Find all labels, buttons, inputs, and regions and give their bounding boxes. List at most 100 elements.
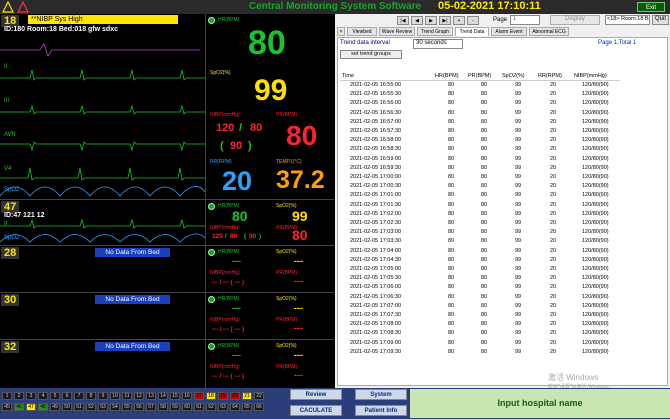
zoom-out-icon[interactable]: - [467, 16, 479, 25]
bed-grid-cell[interactable]: 13 [146, 392, 156, 400]
bed-grid-cell[interactable]: 51 [74, 403, 84, 411]
tab-abnormal-ecg[interactable]: Abnormal ECG [529, 27, 569, 36]
table-row[interactable]: 2021-02-05 17:07:30 80 80 99 20 120/80(90) [340, 312, 620, 320]
bed-grid-cell[interactable]: 49 [50, 403, 60, 411]
bed-grid-cell[interactable]: 66 [254, 403, 264, 411]
system-button[interactable]: System [355, 389, 407, 400]
bed-grid-cell[interactable]: 15 [170, 392, 180, 400]
bed-grid-cell[interactable]: 56 [134, 403, 144, 411]
bed-grid-cell[interactable]: 1 [2, 392, 12, 400]
table-row[interactable]: 2021-02-05 16:56:30 80 80 99 20 120/80(90) [340, 110, 620, 118]
table-row[interactable]: 2021-02-05 16:57:00 80 80 99 20 120/80(90) [340, 119, 620, 127]
bed-grid-cell[interactable]: 54 [110, 403, 120, 411]
bed-grid-cell[interactable]: 7 [74, 392, 84, 400]
next-page-icon[interactable]: ▶ [425, 16, 437, 25]
table-row[interactable]: 2021-02-05 17:04:30 80 80 99 20 120/80(90) [340, 257, 620, 265]
bed-grid-cell[interactable]: 3 [26, 392, 36, 400]
tab-trend-graph[interactable]: Trend Graph [417, 27, 453, 36]
table-row[interactable]: 2021-02-05 17:02:30 80 80 99 20 120/80(90) [340, 220, 620, 228]
table-row[interactable]: 2021-02-05 16:59:30 80 80 99 20 120/80(90) [340, 165, 620, 173]
bed-grid-cell[interactable]: 45 [2, 403, 12, 411]
page-input[interactable]: 1 [510, 15, 540, 25]
table-row[interactable]: 2021-02-05 17:08:00 80 80 99 20 120/80(90) [340, 321, 620, 329]
bed-grid-cell[interactable]: 18 [206, 392, 216, 400]
table-row[interactable]: 2021-02-05 17:05:00 80 80 99 20 120/80(90) [340, 266, 620, 274]
bed-grid-cell[interactable]: 55 [122, 403, 132, 411]
table-row[interactable]: 2021-02-05 17:01:30 80 80 99 20 120/80(90) [340, 202, 620, 210]
bed-grid-cell[interactable]: 20 [230, 392, 240, 400]
bed-tile-47[interactable]: 47 ID:47 121 12 II SpO2 HR(BPM) SpO2(%) … [0, 200, 334, 246]
bed-tile-32[interactable]: 32 No Data From Bed HR(BPM) SpO2(%) --- … [0, 340, 334, 388]
tab-close-icon[interactable]: × [337, 27, 345, 36]
bed-grid-cell[interactable]: 63 [218, 403, 228, 411]
bed-tile-18[interactable]: 18 **NIBP Sys High ID:180 Room:18 Bed:01… [0, 14, 334, 200]
review-button[interactable]: Review [290, 389, 342, 400]
exit-button[interactable]: Exit [637, 2, 665, 12]
patient-info-button[interactable]: Patient Info [355, 405, 407, 416]
table-row[interactable]: 2021-02-05 17:01:00 80 80 99 20 120/80(90) [340, 192, 620, 200]
table-row[interactable]: 2021-02-05 17:05:30 80 80 99 20 120/80(90) [340, 275, 620, 283]
bed-grid-cell[interactable]: 21 [242, 392, 252, 400]
set-trend-groups-button[interactable]: set trend groups [340, 50, 402, 59]
tab-wave-review[interactable]: Wave Review [379, 27, 415, 36]
bed-grid-cell[interactable]: 65 [242, 403, 252, 411]
bed-grid-cell[interactable]: 62 [206, 403, 216, 411]
bed-grid-cell[interactable]: 52 [86, 403, 96, 411]
table-row[interactable]: 2021-02-05 16:55:00 80 80 99 20 120/80(90) [340, 82, 620, 90]
bed-grid-cell[interactable]: 22 [254, 392, 264, 400]
table-row[interactable]: 2021-02-05 16:57:30 80 80 99 20 120/80(90) [340, 128, 620, 136]
bed-grid-cell[interactable]: 14 [158, 392, 168, 400]
bed-grid-cell[interactable]: 8 [86, 392, 96, 400]
table-row[interactable]: 2021-02-05 17:03:00 80 80 99 20 120/80(90) [340, 229, 620, 237]
table-row[interactable]: 2021-02-05 16:56:00 80 80 99 20 120/80(90) [340, 100, 620, 108]
zoom-in-icon[interactable]: + [453, 16, 465, 25]
tab-trend-data[interactable]: Trend Data [455, 27, 489, 36]
bed-grid-cell[interactable]: 16 [182, 392, 192, 400]
bed-tile-30[interactable]: 30 No Data From Bed HR(BPM) SpO2(%) --- … [0, 293, 334, 340]
bed-grid-cell[interactable]: 11 [122, 392, 132, 400]
bed-grid-cell[interactable]: 50 [62, 403, 72, 411]
bed-grid-cell[interactable]: 4 [38, 392, 48, 400]
table-row[interactable]: 2021-02-05 17:09:00 80 80 99 20 120/80(90) [340, 340, 620, 348]
bed-grid-cell[interactable]: 6 [62, 392, 72, 400]
bed-grid-cell[interactable]: 10 [110, 392, 120, 400]
bed-grid-cell[interactable]: 53 [98, 403, 108, 411]
bed-grid-cell[interactable]: 64 [230, 403, 240, 411]
bed-grid-cell[interactable]: 19 [218, 392, 228, 400]
first-page-icon[interactable]: |◀ [397, 16, 409, 25]
table-row[interactable]: 2021-02-05 17:06:00 80 80 99 20 120/80(90) [340, 284, 620, 292]
display-button[interactable]: Display [550, 15, 600, 25]
table-row[interactable]: 2021-02-05 16:59:00 80 80 99 20 120/80(90) [340, 156, 620, 164]
table-row[interactable]: 2021-02-05 16:58:30 80 80 99 20 120/80(90) [340, 146, 620, 154]
table-row[interactable]: 2021-02-05 17:04:00 80 80 99 20 120/80(90) [340, 248, 620, 256]
bed-grid-cell[interactable]: 60 [182, 403, 192, 411]
bed-grid-cell[interactable]: 5 [50, 392, 60, 400]
table-row[interactable]: 2021-02-05 17:06:30 80 80 99 20 120/80(90) [340, 294, 620, 302]
table-row[interactable]: 2021-02-05 17:07:00 80 80 99 20 120/80(90) [340, 303, 620, 311]
bed-grid-cell[interactable]: 12 [134, 392, 144, 400]
last-page-icon[interactable]: ▶| [439, 16, 451, 25]
table-row[interactable]: 2021-02-05 17:08:30 80 80 99 20 120/80(90) [340, 330, 620, 338]
table-row[interactable]: 2021-02-05 16:55:30 80 80 99 20 120/80(90) [340, 91, 620, 99]
bed-grid-cell[interactable]: 2 [14, 392, 24, 400]
bed-grid-cell[interactable]: 57 [146, 403, 156, 411]
bed-grid-cell[interactable]: 46 [14, 403, 24, 411]
hospital-name[interactable]: Input hospital name [410, 389, 670, 418]
bed-grid-cell[interactable]: 61 [194, 403, 204, 411]
bed-tile-28[interactable]: 28 No Data From Bed HR(BPM) SpO2(%) --- … [0, 246, 334, 293]
interval-select[interactable]: 30 seconds [413, 39, 463, 49]
table-row[interactable]: 2021-02-05 17:00:00 80 80 99 20 120/80(90) [340, 174, 620, 182]
table-row[interactable]: 2021-02-05 17:00:30 80 80 99 20 120/80(90) [340, 183, 620, 191]
bed-grid-cell[interactable]: 48 [38, 403, 48, 411]
prev-page-icon[interactable]: ◀ [411, 16, 423, 25]
alarm-bell-icon[interactable] [17, 0, 29, 13]
bed-grid-cell[interactable]: 59 [170, 403, 180, 411]
tab-viewbed[interactable]: Viewbed [347, 27, 377, 36]
calculate-button[interactable]: CACULATE [290, 405, 342, 416]
bed-grid-cell[interactable]: 58 [158, 403, 168, 411]
bed-grid-cell[interactable]: 9 [98, 392, 108, 400]
bed-select[interactable]: <18> Room:18 Be [605, 15, 650, 25]
tab-alarm-event[interactable]: Alarm Event [491, 27, 527, 36]
quit-button[interactable]: Quit [652, 15, 669, 25]
table-row[interactable]: 2021-02-05 17:02:00 80 80 99 20 120/80(90) [340, 211, 620, 219]
